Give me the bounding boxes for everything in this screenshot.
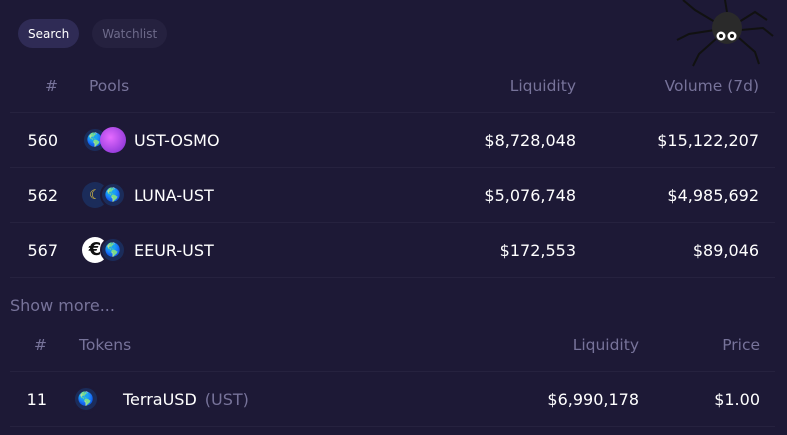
pool-liquidity: $172,553: [499, 240, 576, 260]
col-price-header[interactable]: Price: [630, 318, 760, 371]
osmo-coin-icon: [100, 127, 126, 153]
pool-id: 567: [27, 240, 58, 260]
token-name: TerraUSD: [123, 389, 197, 409]
ust-coin-icon: 🌎: [73, 386, 99, 412]
pool-icons: € 🌎: [82, 237, 126, 263]
pool-name: LUNA-UST: [134, 185, 214, 205]
pool-name: EEUR-UST: [134, 240, 214, 260]
pool-row[interactable]: 560 🌎 UST-OSMO $8,728,048 $15,122,207: [10, 113, 775, 168]
token-icon: 🌎: [73, 386, 99, 412]
col-liquidity-header[interactable]: Liquidity: [410, 60, 576, 112]
token-symbol: (UST): [204, 389, 249, 409]
ust-coin-icon: 🌎: [100, 182, 126, 208]
token-price: $1.00: [714, 389, 760, 409]
pool-id: 560: [27, 130, 58, 150]
tab-watchlist[interactable]: Watchlist: [92, 19, 168, 48]
pool-row[interactable]: 567 € 🌎 EEUR-UST $172,553 $89,046: [10, 223, 775, 278]
pool-icons: ☾ 🌎: [82, 182, 126, 208]
pool-liquidity: $5,076,748: [484, 185, 576, 205]
pool-row[interactable]: 562 ☾ 🌎 LUNA-UST $5,076,748 $4,985,692: [10, 168, 775, 223]
tokens-header-row: # Tokens Liquidity Price: [10, 318, 775, 372]
pool-name: UST-OSMO: [134, 130, 220, 150]
pool-icons: 🌎: [82, 127, 126, 153]
col-tokens-header[interactable]: Tokens: [79, 318, 131, 371]
token-id: 11: [26, 389, 47, 409]
tab-search[interactable]: Search: [18, 19, 80, 48]
col-index-header: #: [45, 77, 58, 95]
pool-volume: $15,122,207: [657, 130, 759, 150]
col-index-header: #: [34, 335, 47, 354]
show-more-link[interactable]: Show more...: [10, 296, 115, 315]
token-name-cell: TerraUSD (UST): [123, 372, 249, 426]
pool-liquidity: $8,728,048: [484, 130, 576, 150]
col-liquidity-header[interactable]: Liquidity: [470, 318, 639, 371]
pool-volume: $4,985,692: [667, 185, 759, 205]
token-row[interactable]: 11 🌎 TerraUSD (UST) $6,990,178 $1.00: [10, 372, 775, 427]
tab-bar: Search Watchlist: [18, 19, 168, 48]
pool-id: 562: [27, 185, 58, 205]
pool-volume: $89,046: [692, 240, 759, 260]
ust-coin-icon: 🌎: [100, 237, 126, 263]
pools-header-row: # Pools Liquidity Volume (7d): [10, 60, 775, 113]
col-volume-header[interactable]: Volume (7d): [590, 60, 759, 112]
col-pools-header[interactable]: Pools: [89, 60, 129, 112]
token-liquidity: $6,990,178: [547, 389, 639, 409]
